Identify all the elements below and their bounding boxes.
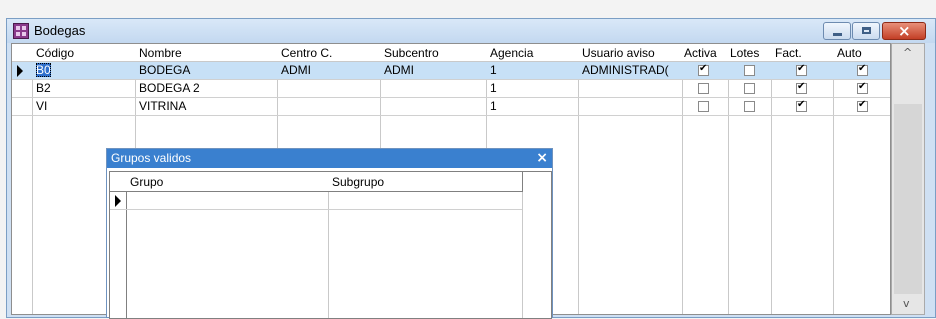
minimize-icon bbox=[833, 33, 842, 36]
cell-centro[interactable] bbox=[277, 98, 380, 115]
checkbox-lotes[interactable] bbox=[744, 65, 755, 76]
table-row[interactable]: VI VITRINA 1 bbox=[12, 98, 890, 116]
maximize-icon bbox=[862, 27, 871, 34]
checkbox-lotes[interactable] bbox=[744, 83, 755, 94]
checkbox-auto[interactable] bbox=[857, 81, 868, 94]
checkbox-fact[interactable] bbox=[796, 99, 807, 112]
cell-nombre[interactable]: BODEGA 2 bbox=[135, 80, 277, 97]
vertical-scrollbar[interactable]: ^ v bbox=[891, 43, 925, 315]
column-header-lotes[interactable]: Lotes bbox=[728, 44, 772, 62]
cell-agencia[interactable]: 1 bbox=[486, 98, 578, 115]
column-header-activa[interactable]: Activa bbox=[682, 44, 729, 62]
checkbox-fact[interactable] bbox=[796, 81, 807, 94]
title-bar[interactable]: Bodegas × bbox=[7, 19, 935, 43]
column-header-centro[interactable]: Centro C. bbox=[277, 44, 381, 62]
column-header-nombre[interactable]: Nombre bbox=[135, 44, 278, 62]
cell-codigo[interactable]: B2 bbox=[32, 80, 135, 97]
maximize-button[interactable] bbox=[852, 22, 880, 40]
scroll-down-icon[interactable]: v bbox=[903, 297, 910, 310]
row-indicator bbox=[12, 98, 32, 115]
checkbox-activa[interactable] bbox=[698, 101, 709, 112]
checkbox-auto[interactable] bbox=[857, 63, 868, 76]
checkbox-activa[interactable] bbox=[698, 63, 709, 76]
table-row[interactable]: B2 BODEGA 2 1 bbox=[12, 80, 890, 98]
cell-centro[interactable]: ADMI bbox=[277, 62, 380, 79]
checkbox-auto[interactable] bbox=[857, 99, 868, 112]
close-icon: × bbox=[898, 22, 911, 40]
scroll-thumb[interactable] bbox=[894, 104, 922, 294]
cell-usuario-aviso[interactable] bbox=[578, 80, 682, 97]
cell-usuario-aviso[interactable]: ADMINISTRAD( bbox=[578, 62, 682, 79]
minimize-button[interactable] bbox=[823, 22, 851, 40]
column-header-grupo[interactable]: Grupo bbox=[126, 172, 329, 192]
child-title-bar[interactable]: Grupos validos × bbox=[107, 149, 552, 168]
column-header-usuario-aviso[interactable]: Usuario aviso bbox=[578, 44, 683, 62]
scroll-up-icon[interactable]: ^ bbox=[903, 46, 912, 59]
column-header-subgrupo[interactable]: Subgrupo bbox=[328, 172, 523, 192]
child-indicator-header bbox=[110, 172, 127, 192]
close-icon[interactable]: × bbox=[536, 149, 548, 168]
cell-subcentro[interactable] bbox=[380, 98, 486, 115]
cell-nombre[interactable]: BODEGA bbox=[135, 62, 277, 79]
cell-codigo[interactable]: B0 bbox=[32, 62, 135, 79]
column-header-fact[interactable]: Fact. bbox=[771, 44, 834, 62]
checkbox-fact[interactable] bbox=[796, 63, 807, 76]
cell-agencia[interactable]: 1 bbox=[486, 62, 578, 79]
row-indicator-header bbox=[12, 44, 33, 62]
child-window-title: Grupos validos bbox=[111, 151, 192, 165]
cell-usuario-aviso[interactable] bbox=[578, 98, 682, 115]
cell-nombre[interactable]: VITRINA bbox=[135, 98, 277, 115]
checkbox-lotes[interactable] bbox=[744, 101, 755, 112]
table-row[interactable] bbox=[110, 192, 522, 210]
row-indicator bbox=[12, 62, 32, 79]
cell-subcentro[interactable] bbox=[380, 80, 486, 97]
column-header-codigo[interactable]: Código bbox=[32, 44, 136, 62]
cell-subcentro[interactable]: ADMI bbox=[380, 62, 486, 79]
table-row[interactable]: B0 BODEGA ADMI ADMI 1 ADMINISTRAD( bbox=[12, 62, 890, 80]
window-title: Bodegas bbox=[34, 23, 86, 38]
grupos-validos-window: Grupos validos × Grupo Subgrupo bbox=[106, 148, 553, 319]
current-row-arrow-icon bbox=[17, 65, 23, 77]
grupos-grid[interactable]: Grupo Subgrupo bbox=[109, 171, 552, 319]
close-button[interactable]: × bbox=[882, 22, 926, 40]
cell-agencia[interactable]: 1 bbox=[486, 80, 578, 97]
column-header-agencia[interactable]: Agencia bbox=[486, 44, 579, 62]
column-header-auto[interactable]: Auto bbox=[833, 44, 890, 62]
app-icon bbox=[13, 23, 29, 39]
current-row-arrow-icon bbox=[115, 195, 121, 207]
cell-centro[interactable] bbox=[277, 80, 380, 97]
row-indicator bbox=[12, 80, 32, 97]
cell-codigo[interactable]: VI bbox=[32, 98, 135, 115]
column-header-subcentro[interactable]: Subcentro bbox=[380, 44, 487, 62]
checkbox-activa[interactable] bbox=[698, 83, 709, 94]
